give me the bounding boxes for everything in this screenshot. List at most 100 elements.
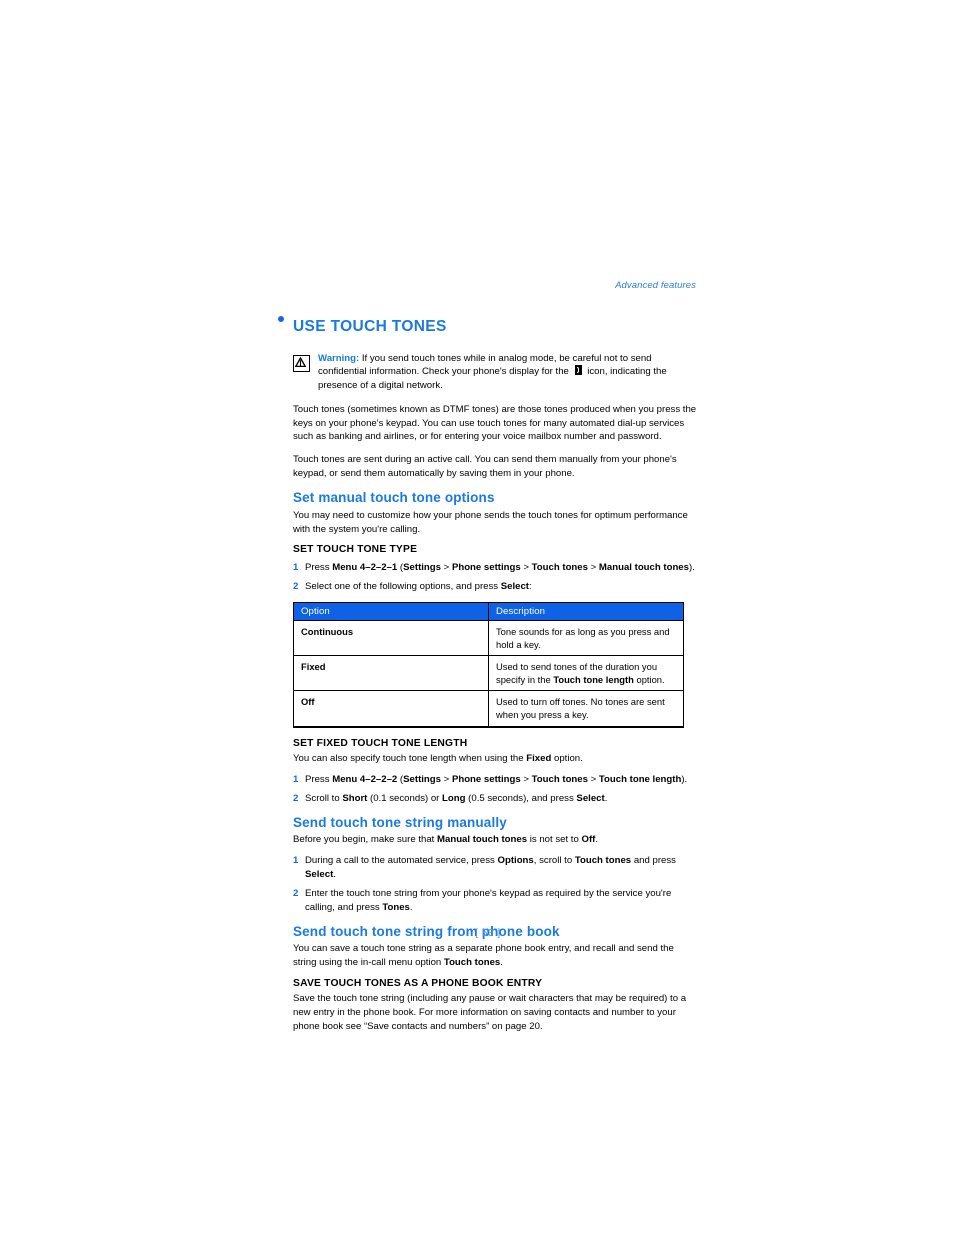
desc-pre: Used to turn off tones. No tones are sen… [496,696,665,721]
manual-page: Advanced features USE TOUCH TONES Warnin… [0,0,954,1235]
step-bold-select: Select [576,792,605,804]
step-text-post: ). [688,561,695,573]
step-bold-touch-tones: Touch tones [574,855,632,867]
step-text: Scroll to Short (0.1 seconds) or Long (0… [305,792,698,806]
step-mid-3: > [520,773,532,785]
step-number: 1 [293,561,299,573]
step-text-pre: Select one of the following options, and… [305,580,501,592]
step-number: 1 [293,855,299,867]
step-text-pre: Scroll to [305,792,343,804]
table-cell-description: Used to send tones of the duration you s… [488,654,684,692]
step-mid-2: > [441,773,452,785]
table-cell-option: Fixed [293,654,489,692]
step-item: 1 During a call to the automated service… [293,854,698,882]
table-row: Fixed Used to send tones of the duration… [293,654,684,692]
steps-send-manually: 1 During a call to the automated service… [293,854,698,915]
step-text-post: . [409,901,413,913]
steps-set-fixed-touch-tone-length: 1 Press Menu 4–2–2–2 (Settings > Phone s… [293,773,698,806]
step-item: 1 Press Menu 4–2–2–2 (Settings > Phone s… [293,773,698,787]
intro-post: . [500,957,503,969]
sub-heading-set-fixed-touch-tone-length: SET FIXED TOUCH TONE LENGTH [293,737,468,749]
section-phone-book-intro: You can save a touch tone string as a se… [293,942,698,970]
step-number: 2 [293,580,299,592]
bullet-dot-icon [278,316,284,322]
step-bold-phone-settings: Phone settings [451,561,521,573]
step-number: 2 [293,792,299,804]
intro-post: option. [551,752,583,764]
step-mid-2: > [441,561,452,573]
section-heading-manual-options: Set manual touch tone options [293,490,495,506]
step-number: 1 [293,773,299,785]
step-mid-4: > [587,561,599,573]
intro-mid: is not set to [527,834,582,846]
step-bold-settings: Settings [403,561,441,573]
page-title: USE TOUCH TONES [293,318,447,336]
section-send-manually-intro: Before you begin, make sure that Manual … [293,833,698,847]
intro-post: . [595,834,599,846]
step-bold-tones: Tones [382,901,410,913]
table-cell-option: Continuous [293,619,489,656]
intro-pre: Before you begin, make sure that [293,834,437,846]
sub-heading-save-touch-tones: SAVE TOUCH TONES AS A PHONE BOOK ENTRY [293,978,543,990]
intro-bold-touch-tones: Touch tones [443,957,501,969]
intro-pre: You can also specify touch tone length w… [293,752,527,764]
digital-network-icon [574,365,582,376]
desc-pre: Tone sounds for as long as you press and… [496,625,670,650]
chapter-title-row: USE TOUCH TONES [278,308,698,346]
step-bold-select: Select [305,868,334,880]
step-mid-2: and press [631,855,676,867]
step-text-post: ). [681,773,688,785]
step-mid-4: > [587,773,599,785]
step-text-post: . [604,792,608,804]
step-item: 1 Press Menu 4–2–2–1 (Settings > Phone s… [293,561,698,575]
step-bold-settings: Settings [403,773,441,785]
step-text-post: . [333,868,336,880]
touch-tone-options-table: Option Description Continuous Tone sound… [293,601,684,728]
step-bold-select: Select [500,580,530,592]
desc-bold: Touch tone length [553,674,634,686]
warning-callout: Warning: If you send touch tones while i… [293,352,698,393]
step-text: Select one of the following options, and… [305,580,698,594]
step-bold-short: Short [342,792,368,804]
intro-bold-off: Off [581,834,596,846]
step-bold-long: Long [442,792,466,804]
page-content: Advanced features USE TOUCH TONES Warnin… [278,280,698,1041]
step-mid-2: (0.5 seconds), and press [465,792,577,804]
warning-text: Warning: If you send touch tones while i… [318,352,698,393]
table-row: Off Used to turn off tones. No tones are… [293,690,684,727]
warning-label: Warning: [318,352,360,364]
step-bold-options: Options [497,855,534,867]
table-cell-option: Off [293,690,489,727]
step-bold-touch-tone-length: Touch tone length [598,773,682,785]
step-text: During a call to the automated service, … [305,854,698,882]
table-cell-description: Used to turn off tones. No tones are sen… [488,690,684,727]
table-row: Continuous Tone sounds for as long as yo… [293,619,684,656]
step-number: 2 [293,887,299,899]
page-number: [ 53 ] [475,928,501,939]
table-header-row: Option Description [293,601,684,621]
section-heading-send-manually: Send touch tone string manually [293,814,507,830]
step-mid-1: , scroll to [533,855,575,867]
intro-bold-fixed: Fixed [526,752,552,764]
step-item: 2 Enter the touch tone string from your … [293,887,698,915]
table-column-header-option: Option [293,601,489,621]
step-text-pre: Enter the touch tone string from your ph… [305,887,672,913]
step-bold-manual-touch-tones: Manual touch tones [598,561,689,573]
step-mid-3: > [520,561,532,573]
step-text-pre: During a call to the automated service, … [305,855,498,867]
intro-paragraph-1: Touch tones (sometimes known as DTMF ton… [293,403,697,443]
table-cell-description: Tone sounds for as long as you press and… [488,619,684,656]
table-column-header-description: Description [488,601,684,621]
step-bold-menu: Menu 4–2–2–2 [332,773,398,785]
step-text-pre: Press [305,773,333,785]
section-phone-book-body: Save the touch tone string (including an… [293,993,687,1033]
step-bold-touch-tones: Touch tones [531,773,588,785]
step-text: Press Menu 4–2–2–1 (Settings > Phone set… [305,561,698,575]
step-bold-touch-tones: Touch tones [531,561,588,573]
running-head: Advanced features [615,280,696,291]
intro-bold-manual-touch-tones: Manual touch tones [437,834,528,846]
step-item: 2 Select one of the following options, a… [293,580,698,594]
step-bold-phone-settings: Phone settings [451,773,521,785]
step-mid-1: (0.1 seconds) or [367,792,443,804]
section-manual-options-intro: You may need to customize how your phone… [293,509,688,535]
